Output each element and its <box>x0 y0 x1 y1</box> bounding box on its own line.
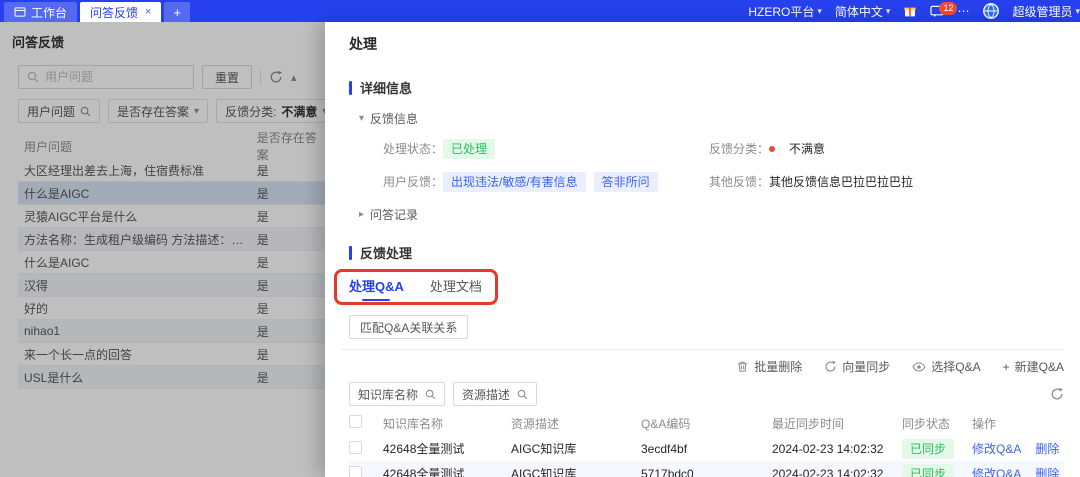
notification-badge: 12 <box>939 1 958 15</box>
platform-menu[interactable]: HZERO平台 ▾ <box>748 3 822 20</box>
qa-code-cell: 5717bdc0 <box>641 466 694 477</box>
field-other-feedback: 其他反馈 其他反馈信息巴拉巴拉巴拉 <box>705 172 1080 192</box>
divider <box>341 349 1064 350</box>
qa-code-cell: 3ecdf4bf <box>641 441 688 456</box>
feedback-fields: 处理状态 已处理 反馈分类 不满意 用户反馈 出现违法/敏感/有害信息 答非所问… <box>379 139 1080 192</box>
modal-mask[interactable] <box>0 22 325 477</box>
sync-status-badge: 已同步 <box>902 463 955 477</box>
delete-link[interactable]: 删除 <box>1035 465 1059 477</box>
edit-qa-link[interactable]: 修改Q&A <box>972 465 1021 477</box>
feedback-tag: 答非所问 <box>593 172 658 192</box>
section-feedback-process: 反馈处理 <box>349 243 1080 262</box>
field-category: 反馈分类 不满意 <box>705 139 1080 159</box>
status-badge: 已处理 <box>443 139 496 159</box>
create-qa-button[interactable]: + 新建Q&A <box>1003 358 1064 375</box>
batch-delete-button[interactable]: 批量删除 <box>736 358 802 375</box>
sync-icon <box>824 360 837 373</box>
chevron-collapsed-icon: ▸ <box>359 209 365 220</box>
tab-strip: 工作台 问答反馈 × + <box>0 0 191 22</box>
feedback-tag: 出现违法/敏感/有害信息 <box>443 172 586 192</box>
table-filter-row: 知识库名称 资源描述 <box>349 382 1064 406</box>
tab-process-qa[interactable]: 处理Q&A <box>349 276 404 301</box>
messages-button[interactable]: 12 <box>930 1 958 18</box>
top-navigation-bar: 工作台 问答反馈 × + HZERO平台 ▾ 简体中文 ▾ 12 ⋯ 超级管理员… <box>0 0 1080 22</box>
chevron-expanded-icon: ▾ <box>359 113 365 124</box>
table-row: 42648全量测试 AIGC知识库 3ecdf4bf 2024-02-23 14… <box>349 436 1064 461</box>
match-qa-relation-button[interactable]: 匹配Q&A关联关系 <box>349 315 469 339</box>
topbar-right-menu: HZERO平台 ▾ 简体中文 ▾ 12 ⋯ 超级管理员 ▾ <box>748 0 1080 22</box>
sync-time-cell: 2024-02-23 14:02:32 <box>772 441 884 456</box>
language-menu[interactable]: 简体中文 ▾ <box>835 3 891 20</box>
row-checkbox[interactable] <box>349 440 362 454</box>
resource-desc-cell: AIGC知识库 <box>511 442 577 456</box>
resource-desc-filter-input[interactable]: 资源描述 <box>453 382 538 406</box>
table-toolbar: 批量删除 向量同步 选择Q&A + 新建Q&A <box>325 358 1064 375</box>
table-row: 42648全量测试 AIGC知识库 5717bdc0 2024-02-23 14… <box>349 461 1064 477</box>
eye-icon <box>912 361 926 373</box>
delete-link[interactable]: 删除 <box>1035 440 1059 457</box>
qa-relation-table: 知识库名称 资源描述 Q&A编码 最近同步时间 同步状态 操作 42648全量测… <box>349 410 1064 477</box>
chevron-down-icon: ▾ <box>885 5 891 16</box>
drawer-title: 处理 <box>349 36 377 52</box>
process-drawer: 处理 详细信息 ▾ 反馈信息 处理状态 已处理 反馈分类 不满意 用户反馈 出现… <box>325 22 1080 477</box>
resource-desc-cell: AIGC知识库 <box>511 467 577 477</box>
trash-icon <box>736 360 749 373</box>
red-dot-icon <box>769 146 775 152</box>
tab-qa-feedback[interactable]: 问答反馈 × <box>80 2 162 22</box>
sync-time-cell: 2024-02-23 14:02:32 <box>772 466 884 477</box>
feedback-info-toggle[interactable]: ▾ 反馈信息 <box>359 110 1080 127</box>
section-detail-info: 详细信息 <box>349 78 1080 97</box>
qa-record-toggle[interactable]: ▸ 问答记录 <box>359 206 1080 223</box>
qa-table-header: 知识库名称 资源描述 Q&A编码 最近同步时间 同步状态 操作 <box>349 410 1064 436</box>
qa-feedback-list-panel: 问答反馈 重置 ▴ 用户问题 是否存在答案 <box>0 22 325 477</box>
select-qa-button[interactable]: 选择Q&A <box>912 358 981 375</box>
plus-icon: + <box>1002 359 1010 374</box>
tab-process-doc[interactable]: 处理文档 <box>430 276 482 301</box>
chevron-down-icon: ▾ <box>817 5 822 16</box>
kb-name-cell: 42648全量测试 <box>383 442 465 456</box>
row-checkbox[interactable] <box>349 465 362 477</box>
process-tabs: 处理Q&A 处理文档 <box>334 269 498 309</box>
tab-workbench[interactable]: 工作台 <box>4 2 78 22</box>
tab-qa-feedback-label: 问答反馈 <box>90 5 139 20</box>
new-tab-button[interactable]: + <box>164 2 191 22</box>
close-icon[interactable]: × <box>145 6 151 18</box>
vector-sync-button[interactable]: 向量同步 <box>824 358 890 375</box>
edit-qa-link[interactable]: 修改Q&A <box>972 440 1021 457</box>
select-all-checkbox[interactable] <box>349 415 362 428</box>
kb-name-filter-input[interactable]: 知识库名称 <box>349 382 446 406</box>
more-icon[interactable]: ⋯ <box>957 4 970 18</box>
qa-table-body: 42648全量测试 AIGC知识库 3ecdf4bf 2024-02-23 14… <box>349 436 1064 477</box>
avatar[interactable] <box>983 3 1000 19</box>
kb-name-cell: 42648全量测试 <box>383 467 465 477</box>
search-icon <box>517 389 528 400</box>
field-status: 处理状态 已处理 <box>379 139 705 159</box>
refresh-table-icon[interactable] <box>1050 387 1064 401</box>
app-window: 工作台 问答反馈 × + HZERO平台 ▾ 简体中文 ▾ 12 ⋯ 超级管理员… <box>0 0 1080 477</box>
search-icon <box>425 389 436 400</box>
field-user-feedback: 用户反馈 出现违法/敏感/有害信息 答非所问 <box>379 172 705 192</box>
chevron-down-icon: ▾ <box>1075 5 1080 16</box>
window-icon <box>14 6 26 18</box>
sync-status-badge: 已同步 <box>902 438 955 459</box>
gift-icon[interactable] <box>903 4 917 18</box>
user-menu[interactable]: 超级管理员 ▾ <box>1012 3 1080 20</box>
tab-workbench-label: 工作台 <box>31 5 68 20</box>
